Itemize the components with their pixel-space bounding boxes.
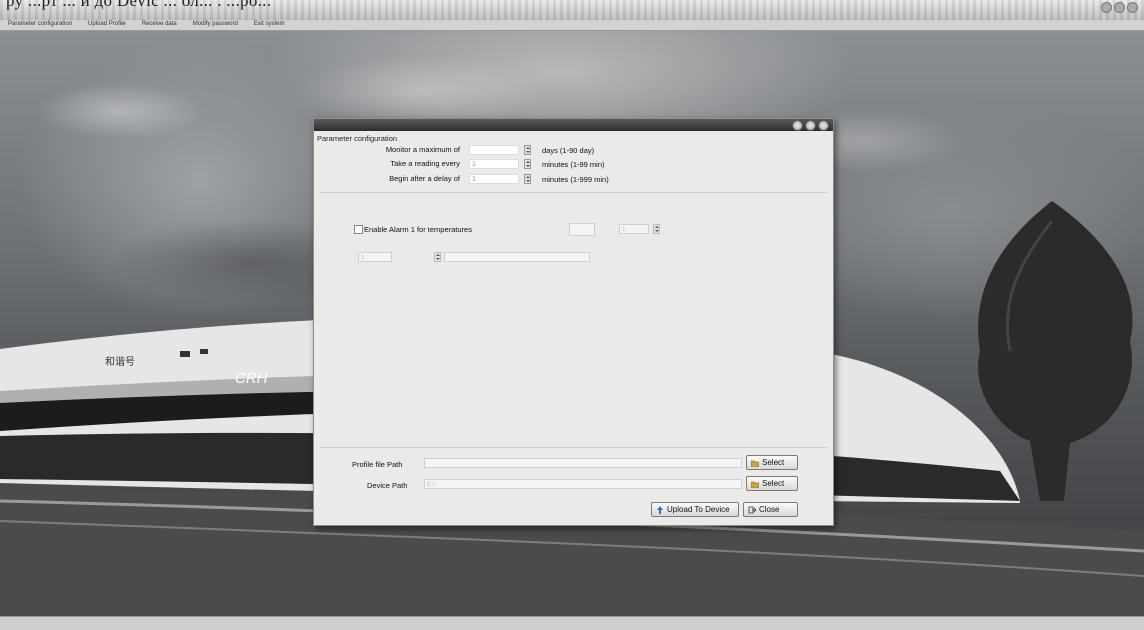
start-delay-spinner[interactable]	[524, 174, 531, 184]
upload-to-device-button[interactable]: Upload To Device	[651, 502, 739, 517]
menu-bar: Parameter configuration Upload Profile R…	[0, 20, 1144, 31]
alarm-low-input[interactable]	[569, 223, 595, 236]
alarm-unit-label	[594, 252, 634, 262]
start-delay-input[interactable]: 1	[469, 174, 519, 184]
close-button[interactable]: Close	[743, 502, 798, 517]
upload-icon	[657, 505, 663, 514]
folder-icon	[751, 460, 759, 467]
dialog-minimize-icon[interactable]	[805, 120, 816, 131]
reading-interval-spinner[interactable]	[524, 159, 531, 169]
alarm-label: Enable Alarm 1 for temperatures	[364, 225, 472, 234]
app-window-controls[interactable]	[1101, 2, 1138, 13]
document-header-band: ру ...рт ... и до Devic ... ол... . ...р…	[0, 0, 1144, 20]
select-device-label: Select	[762, 479, 785, 488]
max-days-label: Monitor a maximum of	[385, 145, 460, 154]
menu-receive-data[interactable]: Receive data	[134, 20, 185, 30]
alarm-checkbox[interactable]	[354, 225, 363, 234]
svg-text:和谐号: 和谐号	[105, 356, 135, 368]
reading-interval-unit: minutes (1-99 min)	[542, 160, 605, 169]
dialog-help-icon[interactable]	[792, 120, 803, 131]
dialog-close-icon[interactable]	[818, 120, 829, 131]
tree-illustration	[978, 201, 1133, 501]
reading-interval-row: Take a reading every	[314, 159, 460, 171]
group-label: Parameter configuration	[317, 134, 398, 143]
menu-upload-profile[interactable]: Upload Profile	[80, 20, 134, 30]
select-device-button[interactable]: Select	[746, 476, 798, 491]
max-days-row: Monitor a maximum of	[314, 145, 460, 157]
alarm-count-input[interactable]: 1	[619, 224, 649, 234]
menu-modify-password[interactable]: Modify password	[185, 20, 246, 30]
device-path-label: Device Path	[367, 481, 408, 490]
dialog-titlebar[interactable]	[314, 119, 833, 131]
maximize-icon[interactable]	[1114, 2, 1125, 13]
minimize-icon[interactable]	[1101, 2, 1112, 13]
parameter-dialog: Parameter configuration Monitor a maximu…	[313, 118, 834, 526]
device-path-input[interactable]: E:\	[424, 479, 742, 489]
exit-icon	[748, 506, 756, 513]
max-days-spinner[interactable]	[524, 145, 531, 155]
reading-interval-input[interactable]: 1	[469, 159, 519, 169]
dialog-window-controls[interactable]	[792, 120, 829, 131]
menu-exit-system[interactable]: Exit system	[246, 20, 293, 30]
select-profile-label: Select	[762, 458, 785, 467]
separator-top	[320, 192, 827, 193]
alarm-option-select[interactable]	[444, 252, 590, 262]
profile-path-label: Profile file Path	[352, 460, 403, 469]
upload-label: Upload To Device	[667, 505, 730, 514]
select-profile-button[interactable]: Select	[746, 455, 798, 470]
alarm-high-spinner[interactable]	[434, 252, 441, 262]
document-caption: ру ...рт ... и до Devic ... ол... . ...р…	[6, 0, 272, 10]
svg-text:CRH: CRH	[235, 370, 268, 387]
menu-parameter-configuration[interactable]: Parameter configuration	[0, 20, 80, 30]
alarm-high-input[interactable]: 1	[358, 252, 392, 262]
separator-bottom	[320, 447, 827, 448]
profile-path-input[interactable]	[424, 458, 742, 468]
folder-icon	[751, 481, 759, 488]
alarm-count-spinner[interactable]	[653, 224, 660, 234]
max-days-unit: days (1-90 day)	[542, 146, 595, 155]
max-days-input[interactable]	[469, 145, 519, 155]
start-delay-label: Begin after a delay of	[389, 174, 460, 183]
reading-interval-label: Take a reading every	[390, 159, 460, 168]
start-delay-unit: minutes (1-999 min)	[542, 175, 609, 184]
close-icon[interactable]	[1127, 2, 1138, 13]
close-label: Close	[759, 505, 780, 514]
start-delay-row: Begin after a delay of	[314, 174, 460, 186]
status-bar	[0, 616, 1144, 630]
